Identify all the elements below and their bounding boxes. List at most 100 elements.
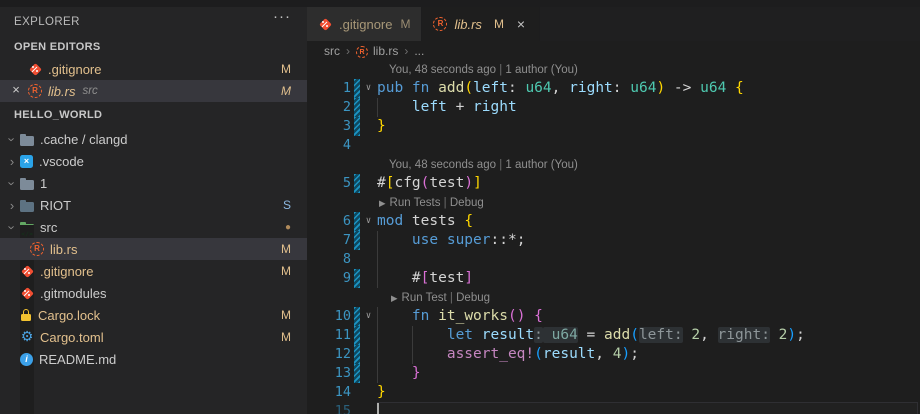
- codelens-links[interactable]: ▶Run Test | Debug: [391, 289, 490, 308]
- run-icon[interactable]: ▶: [391, 293, 398, 303]
- chevron-down-icon[interactable]: ›: [4, 132, 20, 147]
- tree-item-cargo-lock[interactable]: Cargo.lockM: [0, 304, 307, 326]
- tab-gitignore[interactable]: .gitignoreM: [307, 7, 422, 41]
- gutter-spacer: [354, 383, 360, 402]
- code-line-3: 3}: [307, 117, 920, 136]
- text-cursor: [377, 403, 379, 414]
- indent-guide: [377, 269, 378, 288]
- tab-lib-rs[interactable]: Rlib.rsM×: [422, 7, 539, 41]
- editor-tab-bar: .gitignoreMRlib.rsM×: [307, 7, 920, 41]
- codelens-link-run-test[interactable]: Run Test: [402, 292, 447, 304]
- chevron-right-icon[interactable]: ›: [4, 198, 20, 213]
- codelens-link-you-48-seconds-ago[interactable]: You, 48 seconds ago: [389, 159, 496, 171]
- code-token: [726, 80, 735, 96]
- tree-item-cargo-toml[interactable]: ⚙Cargo.tomlM: [0, 326, 307, 348]
- codelens-links[interactable]: ▶Run Tests | Debug: [379, 194, 484, 213]
- run-icon[interactable]: ▶: [379, 198, 386, 208]
- tree-item-vscode[interactable]: ›×.vscode: [0, 150, 307, 172]
- breadcrumb-item-[interactable]: ...: [414, 44, 424, 58]
- src-folder-icon: </>: [20, 222, 34, 234]
- git-icon: [318, 17, 332, 31]
- code-line-8: 8: [307, 250, 920, 269]
- close-icon[interactable]: ×: [8, 82, 24, 97]
- line-number: 1: [307, 79, 351, 98]
- chevron-down-icon[interactable]: ›: [4, 176, 20, 191]
- fold-chevron-icon[interactable]: ∨: [360, 212, 377, 231]
- tree-item-riot[interactable]: ›RIOTS: [0, 194, 307, 216]
- git-modified-gutter-indicator: [354, 117, 360, 136]
- tree-item-gitignore[interactable]: .gitignoreM: [0, 260, 307, 282]
- titlebar-bottom-strip: [0, 0, 920, 7]
- breadcrumb-item-lib-rs[interactable]: lib.rs: [373, 44, 398, 58]
- git-modified-gutter-indicator: [354, 345, 360, 364]
- code-line-10: 10∨ fn it_works() {: [307, 307, 920, 326]
- code-editor[interactable]: You, 48 seconds ago | 1 author (You)1∨pu…: [307, 60, 920, 414]
- breadcrumb[interactable]: src›Rlib.rs›...: [307, 41, 920, 60]
- codelens-link-you-48-seconds-ago[interactable]: You, 48 seconds ago: [389, 64, 496, 76]
- git-modified-gutter-indicator: [354, 98, 360, 117]
- tree-item-1[interactable]: ›1: [0, 172, 307, 194]
- code-token: }: [377, 384, 386, 400]
- code-token: ): [787, 327, 796, 343]
- codelens-link-1-author-you[interactable]: 1 author (You): [505, 64, 577, 76]
- tree-item-readme-md[interactable]: iREADME.md: [0, 348, 307, 370]
- code-line-6: 6∨mod tests {: [307, 212, 920, 231]
- open-editor-item-gitignore[interactable]: .gitignoreM: [0, 58, 307, 80]
- indent-guide: [377, 231, 378, 250]
- code-token: {: [534, 308, 543, 324]
- breadcrumb-item-src[interactable]: src: [324, 44, 340, 58]
- open-editors-header[interactable]: OPEN EDITORS: [0, 36, 307, 58]
- code-token: :: [508, 80, 525, 96]
- tree-item-lib-rs[interactable]: Rlib.rsM: [0, 238, 307, 260]
- fold-chevron-icon[interactable]: ∨: [360, 307, 377, 326]
- code-token: [770, 327, 779, 343]
- code-token: [377, 99, 412, 115]
- tree-item-src[interactable]: ›</>src●: [0, 216, 307, 238]
- file-label: 1: [40, 176, 47, 191]
- codelens-you-48-seconds-ago: You, 48 seconds ago | 1 author (You): [307, 60, 920, 79]
- code-token: ,: [700, 327, 717, 343]
- tree-item-gitmodules[interactable]: .gitmodules: [0, 282, 307, 304]
- code-token: u64: [630, 80, 656, 96]
- code-token: mod: [377, 213, 412, 229]
- tree-item-cache-clangd[interactable]: ›.cache / clangd: [0, 128, 307, 150]
- line-number: 9: [307, 269, 351, 288]
- code-token: +: [447, 99, 473, 115]
- line-number: 13: [307, 364, 351, 383]
- fold-chevron-icon[interactable]: ∨: [360, 79, 377, 98]
- git-status-badge: M: [281, 308, 291, 322]
- workspace-header[interactable]: HELLO_WORLD: [0, 102, 307, 128]
- tab-modified-badge: M: [400, 17, 410, 31]
- git-modified-gutter-indicator: [354, 231, 360, 250]
- codelens-link-1-author-you[interactable]: 1 author (You): [505, 159, 577, 171]
- code-token: (: [534, 346, 543, 362]
- indent-guide: [412, 326, 413, 345]
- chevron-right-icon[interactable]: ›: [4, 154, 20, 169]
- line-number: 15: [307, 402, 351, 414]
- codelens-link-debug[interactable]: Debug: [450, 197, 484, 209]
- breadcrumb-separator-icon: ›: [404, 44, 408, 58]
- code-token: ;: [796, 327, 805, 343]
- codelens-links[interactable]: You, 48 seconds ago | 1 author (You): [389, 156, 578, 175]
- close-icon[interactable]: ×: [514, 16, 528, 32]
- rust-icon: R: [30, 242, 44, 256]
- indent-guide: [377, 326, 378, 345]
- codelens-link-debug[interactable]: Debug: [456, 292, 490, 304]
- code-token: cfg: [394, 175, 420, 191]
- codelens-link-run-tests[interactable]: Run Tests: [390, 197, 441, 209]
- codelens-links[interactable]: You, 48 seconds ago | 1 author (You): [389, 61, 578, 80]
- open-editor-item-lib-rs[interactable]: ×Rlib.rssrcM: [0, 80, 307, 102]
- code-token: {: [735, 80, 744, 96]
- chevron-down-icon[interactable]: ›: [4, 220, 20, 235]
- git-modified-gutter-indicator: [354, 326, 360, 345]
- rust-icon: R: [28, 84, 42, 98]
- code-line-13: 13 }: [307, 364, 920, 383]
- codelens-you-48-seconds-ago: You, 48 seconds ago | 1 author (You): [307, 155, 920, 174]
- explorer-title: EXPLORER: [14, 16, 80, 28]
- code-token: ::*;: [491, 232, 526, 248]
- code-token: assert_eq!: [447, 346, 534, 362]
- code-token: {: [464, 213, 473, 229]
- vscode-folder-icon: ×: [20, 155, 33, 168]
- more-actions-icon[interactable]: ···: [273, 8, 291, 25]
- code-token: result: [482, 327, 534, 343]
